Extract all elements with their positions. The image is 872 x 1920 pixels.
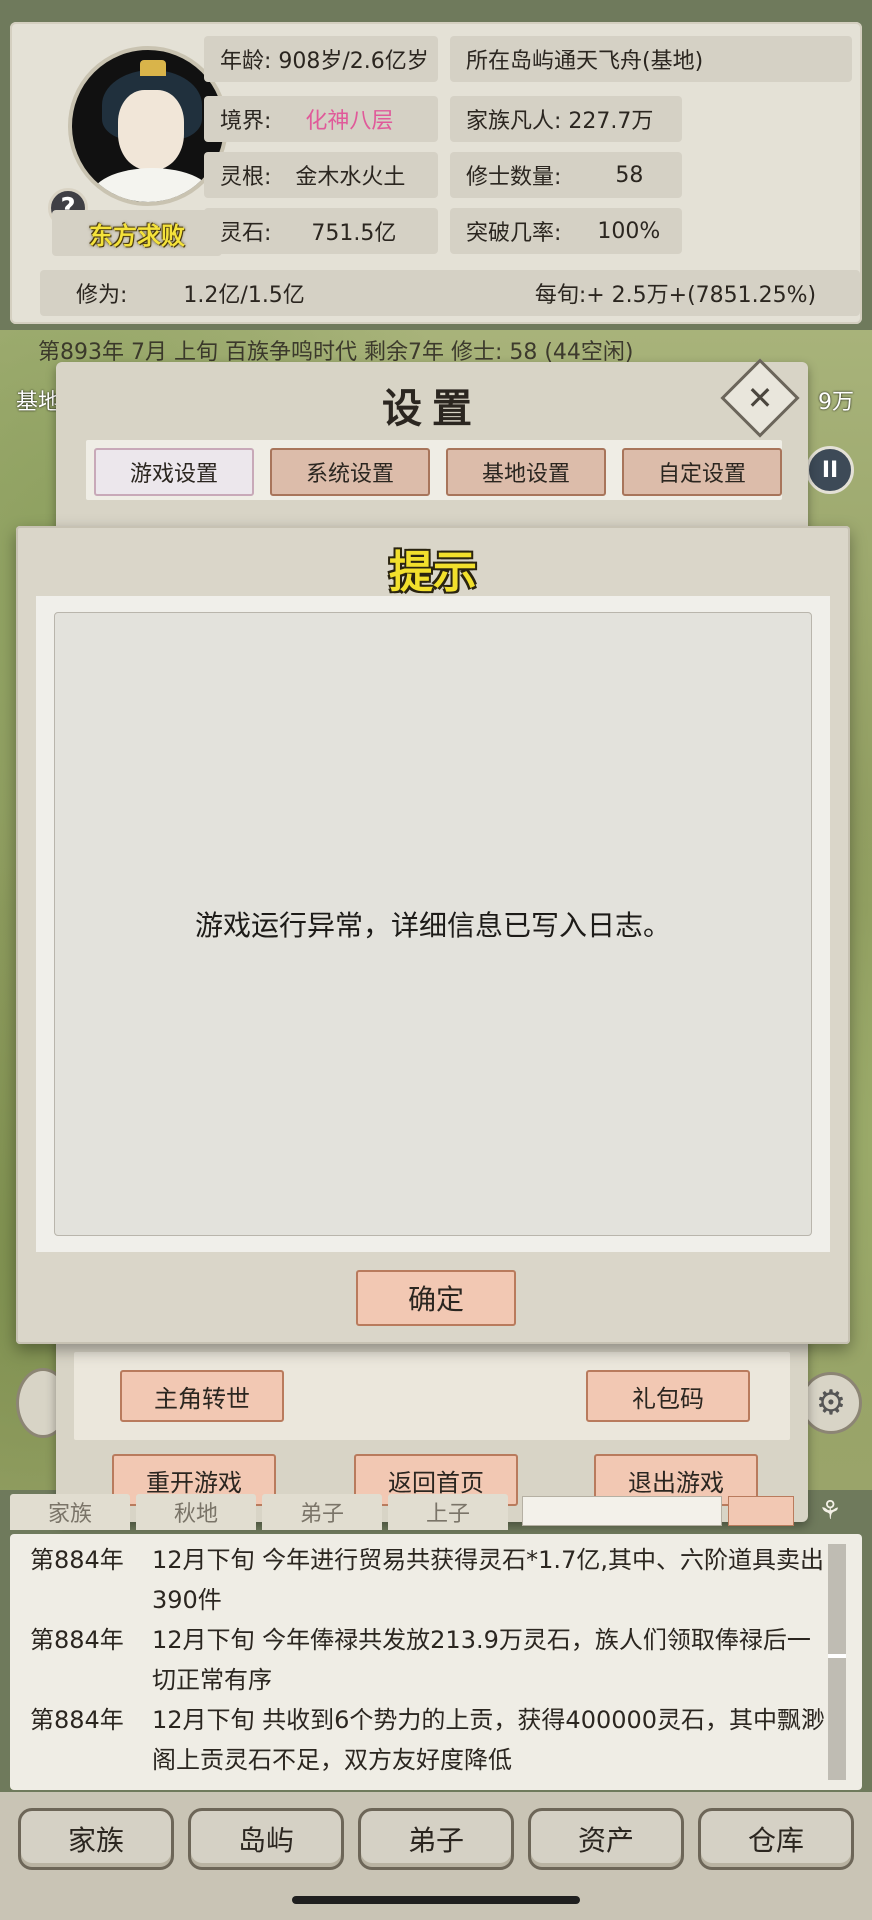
dialog-message: 游戏运行异常，详细信息已写入日志。 [54,612,812,1236]
tab-game-settings[interactable]: 游戏设置 [94,448,254,496]
log-scroll-thumb[interactable] [828,1654,846,1658]
dialog-title: 提示 [389,547,477,598]
location-stat: 所在岛屿通天飞舟(基地) [450,36,852,82]
close-icon: ✕ [746,379,774,417]
settings-tabs: 游戏设置 系统设置 基地设置 自定设置 [86,440,782,500]
age-stat: 年龄: 908岁/2.6亿岁 [204,36,438,82]
filter-icon[interactable]: ⚘ [810,1494,850,1528]
log-tab-family[interactable]: 家族 [10,1494,130,1530]
gear-icon[interactable]: ⚙ [800,1372,862,1434]
log-scrollbar[interactable] [828,1544,846,1780]
log-entry: 第884年 12月下旬 今年进行贸易共获得灵石*1.7亿,其中、六阶道具卖出39… [30,1546,824,1614]
log-tabs: 家族 秋地 弟子 上子 ⚘ [10,1494,862,1534]
player-name[interactable]: 东方求败 [52,210,222,256]
nav-assets[interactable]: 资产 [528,1808,684,1870]
gift-code-button[interactable]: 礼包码 [586,1370,750,1422]
home-indicator[interactable] [292,1896,580,1904]
nav-family[interactable]: 家族 [18,1808,174,1870]
tab-custom-settings[interactable]: 自定设置 [622,448,782,496]
log-tab-land[interactable]: 秋地 [136,1494,256,1530]
dialog-frame: 游戏运行异常，详细信息已写入日志。 [36,596,830,1252]
cultivation-progress: 修为: 1.2亿/1.5亿 每旬:+ 2.5万+(7851.25%) [40,270,860,316]
family-stat: 家族凡人: 227.7万 [450,96,682,142]
nav-disciples[interactable]: 弟子 [358,1808,514,1870]
nav-warehouse[interactable]: 仓库 [698,1808,854,1870]
spirit-stone-stat: 灵石: 751.5亿 [204,208,438,254]
spirit-root-stat: 灵根: 金木水火土 [204,152,438,198]
settings-action-area: 主角转世 礼包码 [74,1352,790,1440]
confirm-button[interactable]: 确定 [356,1270,516,1326]
pause-icon[interactable]: II [806,446,854,494]
breakthrough-stat: 突破几率: 100% [450,208,682,254]
log-search-input[interactable] [522,1496,722,1526]
log-panel: 第884年 12月下旬 今年进行贸易共获得灵石*1.7亿,其中、六阶道具卖出39… [10,1534,862,1790]
tab-base-settings[interactable]: 基地设置 [446,448,606,496]
realm-stat: 境界: 化神八层 [204,96,438,142]
log-tab-disciples[interactable]: 弟子 [262,1494,382,1530]
log-entry: 第884年 12月下旬 今年俸禄共发放213.9万灵石，族人们领取俸禄后一切正常… [30,1626,811,1694]
reborn-button[interactable]: 主角转世 [120,1370,284,1422]
alert-dialog: 提示 游戏运行异常，详细信息已写入日志。 确定 [16,526,850,1344]
settings-title: 设置 [382,385,482,432]
tab-system-settings[interactable]: 系统设置 [270,448,430,496]
log-tab-other[interactable]: 上子 [388,1494,508,1530]
log-entry: 第884年 12月下旬 共收到6个势力的上贡，获得400000灵石，其中飘渺阁上… [30,1706,826,1774]
log-clear-button[interactable] [728,1496,794,1526]
right-side-label: 9万 [818,390,854,415]
base-side-label[interactable]: 基地 [16,384,60,416]
nav-islands[interactable]: 岛屿 [188,1808,344,1870]
cultivator-count-stat: 修士数量: 58 [450,152,682,198]
